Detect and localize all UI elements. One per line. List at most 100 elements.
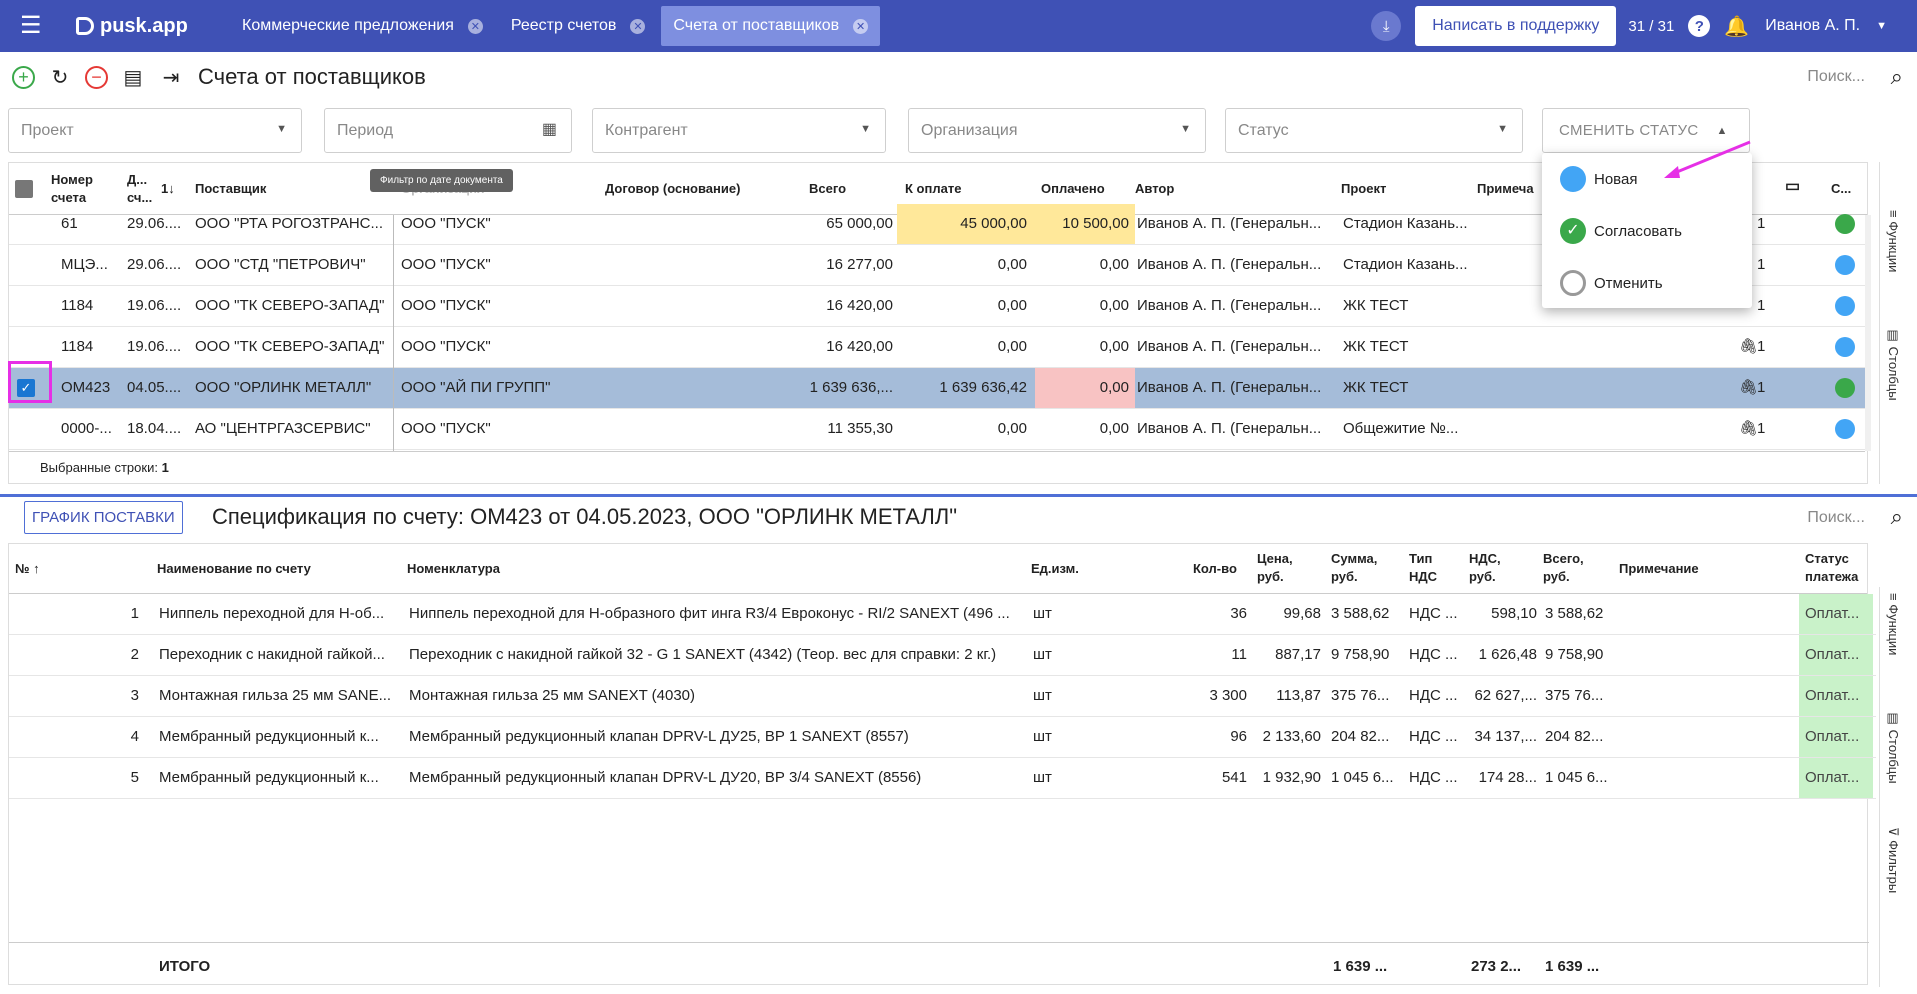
close-icon[interactable]: ✕ bbox=[467, 18, 483, 34]
status-option-approve[interactable]: ✓ Согласовать bbox=[1560, 218, 1682, 244]
col-qty[interactable]: Кол-во bbox=[1193, 560, 1237, 578]
menu-icon[interactable]: ☰ bbox=[20, 14, 50, 38]
close-icon[interactable]: ✕ bbox=[630, 18, 646, 34]
delivery-schedule-button[interactable]: ГРАФИК ПОСТАВКИ bbox=[24, 501, 183, 534]
side-panel-top: ≡ Функции ▥ Столбцы bbox=[1879, 162, 1917, 484]
chevron-down-icon[interactable]: ▼ bbox=[1876, 20, 1887, 32]
col-project[interactable]: Проект bbox=[1341, 180, 1386, 198]
paid-badge: Оплат... bbox=[1799, 758, 1873, 798]
export-icon[interactable]: ⇥ bbox=[158, 64, 184, 90]
paid-badge: Оплат... bbox=[1799, 676, 1873, 716]
totals-total: 1 639 ... bbox=[1545, 958, 1600, 975]
col-num[interactable]: Номер счета bbox=[51, 171, 105, 207]
attachment-icon[interactable]: 🖇 bbox=[1739, 420, 1758, 438]
counterparty-select[interactable]: Контрагент ▼ bbox=[592, 108, 886, 153]
paid-badge: Оплат... bbox=[1799, 594, 1873, 634]
add-icon[interactable]: + bbox=[12, 65, 35, 89]
columns-tab[interactable]: ▥ Столбцы bbox=[1886, 711, 1901, 784]
spec-title: Спецификация по счету: ОМ423 от 04.05.20… bbox=[212, 504, 958, 529]
status-new-icon bbox=[1835, 337, 1855, 357]
filters-tab[interactable]: ⊽ Фильтры bbox=[1886, 827, 1901, 893]
period-field[interactable]: Период ▦ bbox=[324, 108, 572, 153]
table-row-selected[interactable]: ✓ ОМ423 04.05.... ООО "ОРЛИНК МЕТАЛЛ" ОО… bbox=[9, 368, 1865, 409]
col-price[interactable]: Цена, руб. bbox=[1257, 550, 1301, 586]
chevron-up-icon: ▲ bbox=[1716, 124, 1728, 137]
app-header: ☰ pusk.app Коммерческие предложения ✕ Рее… bbox=[0, 0, 1917, 52]
dropdown-arrow-icon: ▼ bbox=[276, 123, 287, 135]
status-option-cancel[interactable]: Отменить bbox=[1560, 270, 1663, 296]
search-icon[interactable]: ⌕ bbox=[1891, 64, 1903, 90]
remove-icon[interactable]: − bbox=[85, 65, 108, 89]
col-note[interactable]: Примечание bbox=[1619, 560, 1699, 578]
col-name[interactable]: Наименование по счету bbox=[157, 560, 311, 578]
column-divider bbox=[393, 215, 394, 451]
table-row[interactable]: 1 Ниппель переходной для Н-об... Ниппель… bbox=[9, 594, 1876, 635]
table-row[interactable]: 0000-... 18.04.... АО "ЦЕНТРГАЗСЕРВИС" О… bbox=[9, 409, 1865, 450]
user-name[interactable]: Иванов А. П. bbox=[1765, 17, 1860, 35]
comment-icon[interactable]: ▭ bbox=[1785, 178, 1800, 196]
project-select[interactable]: Проект ▼ bbox=[8, 108, 302, 153]
help-icon[interactable]: ? bbox=[1688, 15, 1711, 37]
col-no[interactable]: № ↑ bbox=[15, 560, 40, 578]
tab-commercial-offers[interactable]: Коммерческие предложения ✕ bbox=[230, 6, 495, 46]
arrow-down-icon: ↓ bbox=[168, 181, 175, 196]
select-all-checkbox[interactable] bbox=[15, 180, 33, 198]
table-row[interactable]: 5 Мембранный редукционный к... Мембранны… bbox=[9, 758, 1876, 799]
check-icon: ✓ bbox=[1560, 218, 1586, 244]
attachment-icon[interactable]: 🖇 bbox=[1739, 379, 1758, 397]
cancel-icon bbox=[1560, 270, 1586, 296]
side-panel-bottom: ≡ Функции ▥ Столбцы ⊽ Фильтры bbox=[1879, 587, 1917, 987]
col-date[interactable]: Д... сч... bbox=[127, 171, 157, 207]
logo[interactable]: pusk.app bbox=[76, 15, 230, 38]
col-vat-type[interactable]: Тип НДС bbox=[1409, 550, 1443, 586]
close-icon[interactable]: ✕ bbox=[853, 18, 869, 34]
tab-invoice-registry[interactable]: Реестр счетов ✕ bbox=[499, 6, 658, 46]
functions-tab[interactable]: ≡ Функции bbox=[1886, 593, 1901, 655]
status-option-new[interactable]: Новая bbox=[1560, 166, 1637, 192]
bell-icon[interactable]: 🔔 bbox=[1724, 14, 1749, 39]
table-row[interactable]: 3 Монтажная гильза 25 мм SANE... Монтажн… bbox=[9, 676, 1876, 717]
search-icon[interactable]: ⌕ bbox=[1891, 504, 1903, 530]
refresh-icon[interactable]: ↻ bbox=[47, 64, 73, 90]
columns-tab[interactable]: ▥ Столбцы bbox=[1886, 328, 1901, 401]
attachment-icon[interactable]: 🖇 bbox=[1739, 338, 1758, 356]
tab-supplier-invoices[interactable]: Счета от поставщиков ✕ bbox=[661, 6, 881, 46]
status-approved-icon bbox=[1835, 378, 1855, 398]
table-row[interactable]: 1184 19.06.... ООО "ТК СЕВЕРО-ЗАПАД" ООО… bbox=[9, 327, 1865, 368]
dropdown-arrow-icon: ▼ bbox=[860, 123, 871, 135]
support-button[interactable]: Написать в поддержку bbox=[1415, 6, 1617, 46]
col-contract[interactable]: Договор (основание) bbox=[605, 180, 740, 198]
col-nomenclature[interactable]: Номенклатура bbox=[407, 560, 500, 578]
spec-toolbar: ГРАФИК ПОСТАВКИ Спецификация по счету: О… bbox=[0, 500, 1917, 538]
col-pay-status[interactable]: Статус платежа bbox=[1805, 550, 1869, 586]
table-row[interactable]: 4 Мембранный редукционный к... Мембранны… bbox=[9, 717, 1876, 758]
col-unit[interactable]: Ед.изм. bbox=[1031, 560, 1079, 578]
col-status[interactable]: С... bbox=[1831, 180, 1851, 198]
search-input[interactable]: Поиск... bbox=[1807, 68, 1865, 86]
table-row[interactable]: 2 Переходник с накидной гайкой... Перехо… bbox=[9, 635, 1876, 676]
col-author[interactable]: Автор bbox=[1135, 180, 1174, 198]
col-vat[interactable]: НДС, руб. bbox=[1469, 550, 1511, 586]
dropdown-arrow-icon: ▼ bbox=[1180, 123, 1191, 135]
functions-tab[interactable]: ≡ Функции bbox=[1886, 210, 1901, 272]
highlight-box bbox=[8, 361, 52, 403]
col-note[interactable]: Примеча bbox=[1477, 180, 1534, 198]
document-icon[interactable]: ▤ bbox=[120, 64, 146, 90]
pointer-arrow bbox=[1664, 140, 1751, 178]
col-sort[interactable]: 1↓ bbox=[161, 180, 175, 198]
status-new-icon bbox=[1835, 419, 1855, 439]
col-paid[interactable]: Оплачено bbox=[1041, 180, 1105, 198]
status-new-icon bbox=[1835, 296, 1855, 316]
col-supplier[interactable]: Поставщик bbox=[195, 180, 266, 198]
col-total[interactable]: Всего bbox=[809, 180, 846, 198]
col-to-pay[interactable]: К оплате bbox=[905, 180, 961, 198]
download-icon[interactable]: ⤓ bbox=[1371, 11, 1402, 41]
spec-search-input[interactable]: Поиск... bbox=[1807, 509, 1865, 527]
logo-icon bbox=[76, 17, 94, 35]
scrollbar[interactable] bbox=[1865, 215, 1871, 451]
col-total[interactable]: Всего, руб. bbox=[1543, 550, 1593, 586]
col-sum[interactable]: Сумма, руб. bbox=[1331, 550, 1387, 586]
organization-select[interactable]: Организация ▼ bbox=[908, 108, 1206, 153]
status-select[interactable]: Статус ▼ bbox=[1225, 108, 1523, 153]
calendar-icon[interactable]: ▦ bbox=[542, 119, 557, 139]
